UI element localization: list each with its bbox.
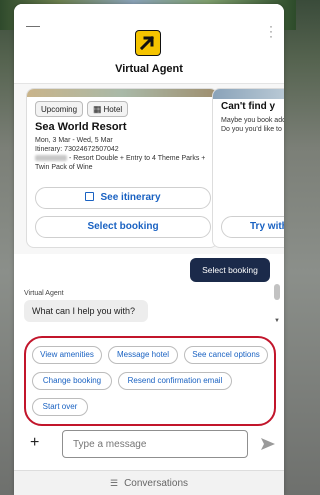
chip-change-booking[interactable]: Change booking <box>32 372 112 390</box>
scrollbar[interactable]: ▼ <box>273 254 281 334</box>
card-itinerary: Itinerary: 73024672507042 <box>35 146 119 153</box>
chip-start-over[interactable]: Start over <box>32 398 88 416</box>
chip-resend-confirmation[interactable]: Resend confirmation email <box>118 372 232 390</box>
card-description: Maybe you book address. Do you you'd lik… <box>221 117 284 133</box>
external-link-icon <box>85 192 95 201</box>
chip-see-cancel-options[interactable]: See cancel options <box>184 346 268 364</box>
card-image <box>27 89 217 97</box>
suggestion-chips: View amenities Message hotel See cancel … <box>24 336 276 426</box>
redacted-name <box>35 155 67 162</box>
user-message: Select booking <box>190 258 270 282</box>
scroll-thumb[interactable] <box>274 284 280 300</box>
booking-card-not-found: Can't find y Maybe you book address. Do … <box>212 88 284 248</box>
conversations-button[interactable]: ☰ Conversations <box>14 470 284 495</box>
hotel-badge: ▦ Hotel <box>87 101 129 117</box>
arrow-logo-icon <box>135 30 161 56</box>
try-with-button[interactable]: Try with <box>221 216 284 238</box>
message-list: Select booking Virtual Agent What can I … <box>14 254 284 334</box>
hotel-icon: ▦ <box>93 104 102 114</box>
chat-header: — · · · Virtual Agent <box>14 4 284 84</box>
chat-window: — · · · Virtual Agent Upcoming ▦ Hotel Sea … <box>14 4 284 495</box>
status-badge: Upcoming <box>35 101 84 117</box>
card-dates: Mon, 3 Mar - Wed, 5 Mar <box>35 137 113 144</box>
list-icon: ☰ <box>110 478 119 488</box>
card-title: Can't find y <box>221 101 276 112</box>
card-image <box>213 89 284 99</box>
chip-view-amenities[interactable]: View amenities <box>32 346 102 364</box>
chip-message-hotel[interactable]: Message hotel <box>108 346 178 364</box>
more-options-icon[interactable]: · · · <box>266 20 276 42</box>
card-description: - Resort Double + Entry to 4 Theme Parks… <box>35 155 206 171</box>
message-input[interactable] <box>62 430 248 458</box>
card-title: Sea World Resort <box>35 121 127 133</box>
see-itinerary-button[interactable]: See itinerary <box>35 187 211 209</box>
add-attachment-icon[interactable]: + <box>30 434 39 452</box>
minimize-icon[interactable]: — <box>26 18 42 34</box>
agent-message: What can I help you with? <box>24 300 148 322</box>
select-booking-button[interactable]: Select booking <box>35 216 211 238</box>
agent-title: Virtual Agent <box>115 63 183 75</box>
scroll-down-icon[interactable]: ▼ <box>274 318 280 324</box>
composer: + <box>14 430 284 470</box>
send-icon[interactable] <box>260 436 276 452</box>
agent-name: Virtual Agent <box>24 290 64 297</box>
booking-card: Upcoming ▦ Hotel Sea World Resort Mon, 3 … <box>26 88 218 248</box>
booking-carousel: Upcoming ▦ Hotel Sea World Resort Mon, 3 … <box>14 84 284 254</box>
